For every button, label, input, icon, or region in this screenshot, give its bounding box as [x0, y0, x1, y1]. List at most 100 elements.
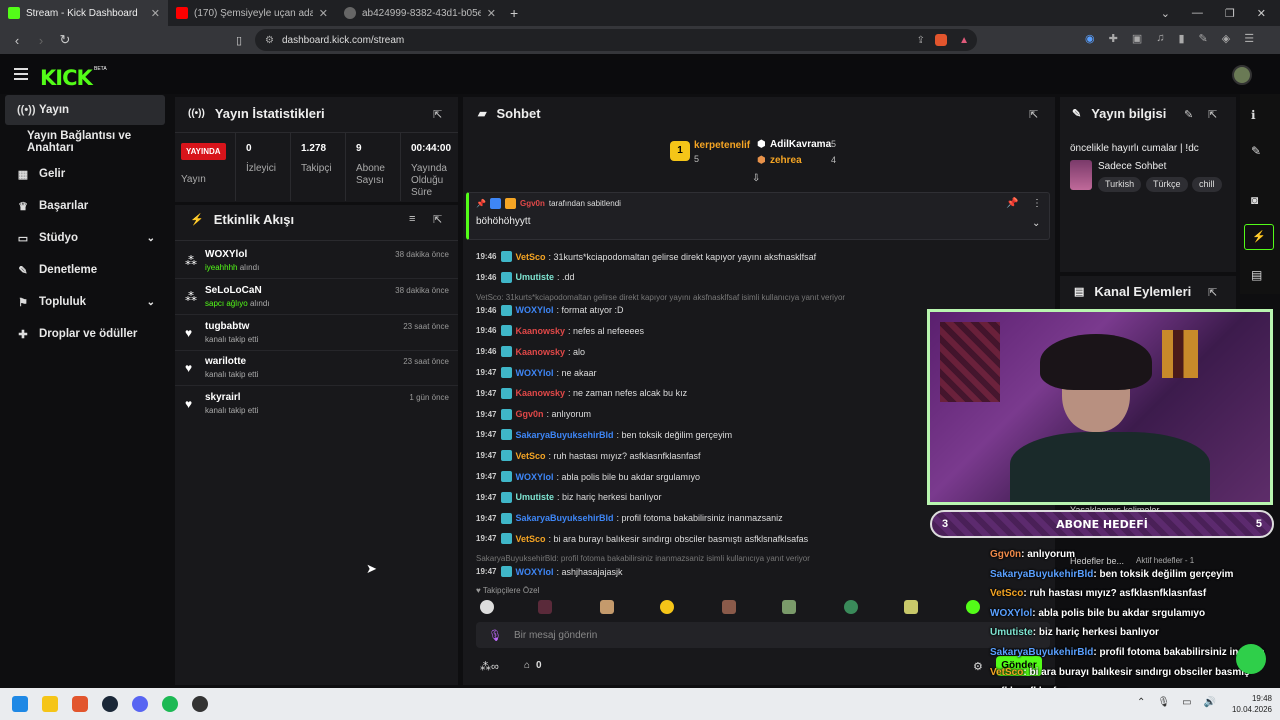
points-icon[interactable]: ⁂∞ [480, 660, 499, 673]
message-user[interactable]: WOXYlol [515, 472, 553, 482]
sidebar-item-gelir[interactable]: ▦ Gelir [5, 159, 165, 189]
emote-icon[interactable] [966, 600, 980, 614]
active-goals-label[interactable]: Aktif hedefler - 1 [1136, 556, 1194, 565]
message-user[interactable]: Umutiste [515, 492, 554, 502]
message-user[interactable]: WOXYlol [515, 368, 553, 378]
close-tab-icon[interactable]: ✕ [319, 7, 328, 20]
tag[interactable]: Türkçe [1146, 177, 1188, 192]
chat-message[interactable]: 19:47 WOXYlol: ne akaar [476, 367, 597, 378]
emote-icon[interactable] [904, 600, 918, 614]
url-field[interactable]: ⚙ dashboard.kick.com/stream ⇪ ▲ [255, 29, 977, 51]
filter-icon[interactable]: ≡ [409, 213, 415, 225]
activity-item[interactable]: ⁂ SeLoLoCaN sapcı ağlıyo alındı 38 dakika ö… [175, 280, 458, 315]
brave-rewards-icon[interactable]: ▲ [959, 35, 969, 46]
lightning-icon[interactable]: ⚡ [1244, 224, 1274, 250]
message-user[interactable]: VetSco [515, 451, 545, 461]
obs-icon[interactable] [192, 696, 208, 712]
emote-icon[interactable] [538, 600, 552, 614]
chat-message[interactable]: 19:47 VetSco: bi ara burayı balıkesir sın… [476, 533, 808, 545]
kick-logo[interactable]: KICK [40, 66, 93, 90]
message-user[interactable]: VetSco [515, 534, 545, 544]
microphone-icon[interactable]: 🎙 [1157, 697, 1170, 708]
activity-item[interactable]: ♥ warilotte kanalı takip etti 23 saat önce [175, 351, 458, 386]
message-user[interactable]: Umutiste [515, 272, 554, 282]
spotify-icon[interactable] [162, 696, 178, 712]
message-user[interactable]: VetSco [515, 252, 545, 262]
tab-search-icon[interactable]: ⌄ [1161, 7, 1170, 20]
settings-gear-icon[interactable]: ⚙ [973, 660, 983, 673]
chat-message[interactable]: 19:47 Kaanowsky: ne zaman nefes alcak bu … [476, 387, 687, 399]
browser-tab-youtube[interactable]: (170) Şemsiyeyle uçan adam - YouTub ✕ [168, 0, 336, 26]
popout-icon[interactable]: ⇱ [1208, 108, 1217, 121]
message-user[interactable]: WOXYlol [515, 567, 553, 577]
user-avatar[interactable] [1232, 65, 1252, 85]
chat-message[interactable]: 19:46 Umutiste: .dd [476, 271, 575, 283]
site-info-icon[interactable]: ⚙ [265, 35, 274, 46]
hamburger-menu-icon[interactable] [14, 68, 28, 80]
chat-message[interactable]: 19:47 WOXYlol: ashjhasajajasjk [476, 566, 623, 578]
back-icon[interactable]: ‹ [10, 33, 24, 48]
chat-message[interactable]: 19:47 SakaryaBuyuksehirBld: profil fotoma… [476, 512, 783, 524]
activity-item[interactable]: ⁂ WOXYlol iyeahhhh alındı 38 dakika önce [175, 244, 458, 279]
emote-icon[interactable] [480, 600, 494, 614]
popout-icon[interactable]: ⇱ [1208, 286, 1217, 299]
vpn-icon[interactable]: ◈ [1222, 32, 1230, 45]
media-icon[interactable]: ♫ [1156, 32, 1164, 45]
pencil-icon[interactable]: ✎ [1251, 144, 1261, 158]
message-user[interactable]: Ggv0n [515, 409, 543, 419]
message-user[interactable]: Kaanowsky [515, 347, 565, 357]
activity-item[interactable]: ♥ tugbabtw kanalı takip etti 23 saat önce [175, 316, 458, 351]
emote-icon[interactable] [782, 600, 796, 614]
message-user[interactable]: SakaryaBuyuksehirBld [515, 430, 613, 440]
system-tray-clock[interactable]: 19:48 10.04.2026 [1232, 693, 1272, 715]
chat-message[interactable]: 19:47 WOXYlol: abla polis bile bu akdar s… [476, 471, 700, 482]
chat-message[interactable]: 19:46 Kaanowsky: nefes al nefeeees [476, 325, 644, 337]
sidebar-item-studyo[interactable]: ▭ Stüdyo ⌄ [5, 223, 165, 253]
sidebar-item-denetleme[interactable]: ✎ Denetleme [5, 255, 165, 285]
new-tab-icon[interactable]: + [510, 5, 518, 21]
emote-icon[interactable] [722, 600, 736, 614]
chat-message[interactable]: 19:46 VetSco: 31kurts*kciapodomaltan geli… [476, 251, 816, 262]
popout-icon[interactable]: ⇱ [433, 213, 442, 226]
wallet-icon[interactable]: ✎ [1199, 32, 1208, 45]
category-name[interactable]: Sadece Sohbet [1098, 161, 1166, 172]
message-user[interactable]: WOXYlol [515, 305, 553, 315]
document-icon[interactable]: ▤ [1251, 268, 1262, 282]
close-tab-icon[interactable]: ✕ [151, 7, 160, 20]
screenshot-icon[interactable]: ▣ [1132, 32, 1142, 45]
extension-icon[interactable]: ◉ [1085, 32, 1095, 45]
message-user[interactable]: Kaanowsky [515, 388, 565, 398]
chat-message[interactable]: 19:47 VetSco: ruh hastası mıyız? asfklasn… [476, 450, 701, 462]
brave-icon[interactable] [72, 696, 88, 712]
microphone-icon[interactable]: 🎙 [488, 629, 502, 642]
popout-icon[interactable]: ⇱ [433, 108, 442, 121]
tag[interactable]: Turkish [1098, 177, 1142, 192]
emote-icon[interactable] [844, 600, 858, 614]
brave-shield-icon[interactable] [935, 34, 947, 46]
steam-icon[interactable] [102, 696, 118, 712]
sidebar-item-yayin[interactable]: ((•)) Yayın [5, 95, 165, 125]
discord-icon[interactable] [132, 696, 148, 712]
close-window-icon[interactable]: ✕ [1257, 7, 1266, 20]
browser-tab-other[interactable]: ab424999-8382-43d1-b05e-bd0c2e7 ✕ [336, 0, 504, 26]
chat-message[interactable]: 19:47 SakaryaBuyuksehirBld: ben toksik de… [476, 429, 732, 441]
category-thumbnail[interactable] [1070, 160, 1092, 190]
chat-message[interactable]: 19:46 Kaanowsky: alo [476, 346, 585, 358]
puzzle-icon[interactable]: ✚ [1109, 32, 1118, 45]
unpin-icon[interactable]: 📌 [1006, 198, 1018, 209]
file-explorer-icon[interactable] [42, 696, 58, 712]
network-icon[interactable]: ▭ [1182, 697, 1191, 708]
info-icon[interactable]: ℹ [1251, 108, 1256, 122]
minimize-icon[interactable]: — [1192, 7, 1203, 20]
chat-message[interactable]: 19:47 Umutiste: biz hariç herkesi banlıyo… [476, 491, 662, 503]
chevron-down-icon[interactable]: ⌄ [1032, 218, 1040, 229]
tag[interactable]: chill [1192, 177, 1222, 192]
message-user[interactable]: SakaryaBuyuksehirBld [515, 513, 613, 523]
browser-tab-kick[interactable]: Stream - Kick Dashboard ✕ [0, 0, 168, 26]
emote-icon[interactable] [660, 600, 674, 614]
message-user[interactable]: Kaanowsky [515, 326, 565, 336]
store-button[interactable]: ⌂ 0 [524, 660, 542, 671]
edit-icon[interactable]: ✎ [1184, 108, 1193, 121]
menu-icon[interactable]: ☰ [1244, 32, 1254, 45]
sidebar-item-topluluk[interactable]: ⚑ Topluluk ⌄ [5, 287, 165, 317]
